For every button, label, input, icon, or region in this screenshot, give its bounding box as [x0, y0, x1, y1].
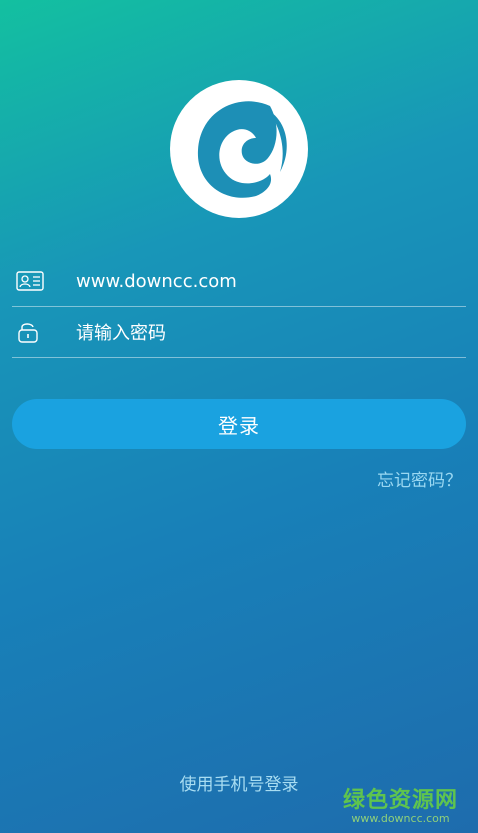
watermark: 绿色资源网 www.downcc.com	[343, 782, 458, 825]
app-logo-icon	[170, 80, 308, 218]
password-input[interactable]: 请输入密码	[76, 319, 166, 345]
watermark-url: www.downcc.com	[351, 812, 450, 825]
forgot-password-link[interactable]: 忘记密码？	[377, 466, 462, 491]
account-field[interactable]: www.downcc.com	[12, 256, 466, 307]
id-card-icon	[12, 266, 52, 296]
account-input[interactable]: www.downcc.com	[76, 271, 237, 292]
password-field[interactable]: 请输入密码	[12, 307, 466, 358]
lock-icon	[12, 317, 52, 347]
login-button[interactable]: 登录	[12, 399, 466, 449]
watermark-title: 绿色资源网	[342, 788, 458, 813]
